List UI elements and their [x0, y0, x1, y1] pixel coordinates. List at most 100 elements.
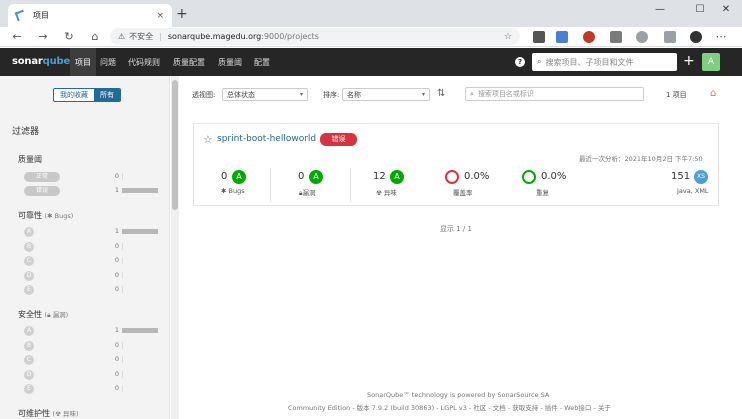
url-path: :9000/projects	[261, 32, 319, 41]
facet-bar	[122, 341, 123, 349]
sonarqube-logo[interactable]: sonarqube	[12, 56, 70, 67]
help-icon[interactable]: ?	[515, 57, 525, 67]
facet-option-c[interactable]: C0	[0, 255, 170, 268]
facet-option-c[interactable]: C0	[0, 354, 170, 367]
translate-icon[interactable]	[556, 31, 568, 43]
home-icon[interactable]: ⌂	[88, 30, 102, 43]
avatar[interactable]: A	[702, 53, 720, 71]
new-tab-button[interactable]: +	[176, 6, 188, 22]
bug-icon: ✱	[47, 212, 53, 220]
rating-circle: C	[24, 256, 34, 266]
reload-icon[interactable]: ↻	[62, 30, 76, 43]
metric-size-value: 151	[671, 171, 691, 182]
project-search-input[interactable]: ⌕ 搜索项目名或标识	[465, 87, 644, 101]
facet-option-count: 0	[114, 384, 119, 392]
rating-badge: A	[390, 170, 404, 184]
browser-tab[interactable]: 项目 ×	[8, 4, 172, 27]
quality-gate-status-badge: 错误	[320, 133, 357, 146]
window-maximize-button[interactable]: ☐	[692, 4, 708, 15]
facet-title-maintainability: 可维护性 (☢ 异味)	[18, 409, 79, 418]
footer-links[interactable]: Community Edition - 版本 7.9.2 (build 3086…	[288, 402, 611, 412]
url-host: sonarqube.magedu.org	[167, 32, 262, 41]
facet-option-error[interactable]: 错误 1	[0, 185, 170, 199]
collections-icon[interactable]	[664, 31, 676, 43]
footer-powered-by: SonarQube™ technology is powered by Sona…	[367, 391, 550, 399]
search-icon: ⌕	[470, 89, 474, 98]
nav-issues[interactable]: 问题	[100, 57, 116, 68]
last-analysis-date: 最近一次分析：2021年10月2日 下午7:50	[579, 155, 703, 163]
window-minimize-button[interactable]: —	[652, 4, 668, 15]
facet-bar	[122, 242, 123, 250]
facet-bar	[122, 286, 123, 293]
project-name-link[interactable]: sprint-boot-helloworld	[217, 134, 316, 144]
address-bar[interactable]: ⚠ 不安全 | sonarqube.magedu.org :9000/proje…	[110, 28, 520, 45]
bug-icon: ✱	[221, 187, 227, 195]
nav-projects[interactable]: 项目	[70, 48, 96, 76]
bookmark-star-icon[interactable]: ☆	[504, 32, 512, 42]
facet-option-b[interactable]: B0	[0, 241, 170, 254]
facet-option-count: 0	[114, 270, 119, 279]
sync-icon[interactable]	[636, 31, 648, 43]
facet-option-a[interactable]: A1	[0, 226, 170, 239]
facet-bar	[122, 356, 123, 363]
tab-close-icon[interactable]: ×	[156, 11, 164, 21]
facet-option-b[interactable]: B0	[0, 340, 170, 353]
facet-title-security: 安全性 (🔒︎ 漏洞)	[18, 310, 69, 319]
nav-administration[interactable]: 配置	[254, 57, 270, 68]
metric-vulnerabilities[interactable]: 0 A 🔒︎漏洞	[280, 170, 350, 200]
nav-quality-profiles[interactable]: 质量配置	[173, 57, 205, 68]
filters-title: 过滤器	[12, 127, 40, 137]
global-search-input[interactable]: ⌕ 搜索项目、子项目和文件	[532, 53, 677, 71]
back-icon[interactable]: ←	[10, 30, 24, 43]
browser-toolbar: ← → ↻ ⌂ ⚠ 不安全 | sonarqube.magedu.org :90…	[0, 27, 742, 47]
facet-option-a[interactable]: A1	[0, 325, 170, 338]
extension-gray-icon[interactable]	[610, 31, 622, 43]
warning-icon: ⚠	[118, 32, 126, 41]
facet-option-passed[interactable]: 正常 0	[0, 170, 170, 184]
rating-circle: D	[24, 369, 34, 380]
metric-duplications[interactable]: 0.0% 重复	[520, 170, 590, 200]
favorite-star-icon[interactable]: ☆	[203, 133, 213, 146]
facet-bar	[122, 271, 123, 279]
rating-circle: A	[24, 227, 34, 237]
forward-icon[interactable]: →	[36, 30, 50, 43]
rating-circle: B	[24, 340, 34, 351]
facet-option-count: 1	[114, 186, 119, 194]
code-smell-icon: ☢	[376, 189, 382, 197]
metric-bugs[interactable]: 0 A ✱ Bugs	[200, 170, 280, 200]
rating-badge: A	[309, 170, 323, 184]
profile-icon[interactable]	[690, 31, 702, 43]
facet-option-d[interactable]: D0	[0, 369, 170, 382]
extension-red-icon[interactable]	[583, 31, 595, 43]
sort-select[interactable]: 名称 ▾	[342, 88, 430, 101]
sort-order-icon[interactable]: ⇅	[437, 88, 445, 99]
window-close-button[interactable]: ✕	[718, 4, 734, 15]
duplications-ring-icon	[522, 170, 536, 184]
perspective-label: 透视图:	[192, 91, 216, 99]
extension-icon[interactable]	[533, 31, 545, 43]
project-languages: Java, XML	[677, 187, 709, 195]
facet-option-d[interactable]: D0	[0, 270, 170, 283]
create-plus-button[interactable]: +	[683, 53, 695, 69]
chevron-down-icon: ▾	[421, 91, 425, 98]
rating-circle: A	[24, 326, 34, 336]
toggle-all[interactable]: 所有	[94, 89, 120, 101]
facet-option-e[interactable]: E0	[0, 383, 170, 396]
not-secure-label: 不安全	[129, 32, 154, 41]
facet-option-count: 0	[114, 172, 119, 180]
metric-code-smells[interactable]: 12 A ☢ 异味	[360, 170, 430, 200]
more-menu-icon[interactable]: ⋯	[714, 30, 728, 43]
nav-quality-gates[interactable]: 质量阈	[218, 57, 242, 68]
perspective-select[interactable]: 总体状态 ▾	[222, 88, 308, 101]
facet-title-reliability: 可靠性 (✱ Bugs)	[18, 211, 74, 220]
sidebar-scroll-thumb[interactable]	[172, 80, 178, 210]
pagination-summary: 显示 1 / 1	[440, 225, 472, 233]
home-icon[interactable]: ⌂	[710, 88, 716, 99]
facet-option-e[interactable]: E0	[0, 284, 170, 297]
facet-option-count: 0	[114, 285, 119, 293]
toggle-favorites[interactable]: 我的收藏	[54, 89, 94, 101]
facet-bar	[122, 370, 123, 378]
global-search-placeholder: 搜索项目、子项目和文件	[545, 57, 634, 67]
metric-coverage[interactable]: 0.0% 覆盖率	[443, 170, 513, 200]
nav-rules[interactable]: 代码规则	[128, 57, 160, 68]
